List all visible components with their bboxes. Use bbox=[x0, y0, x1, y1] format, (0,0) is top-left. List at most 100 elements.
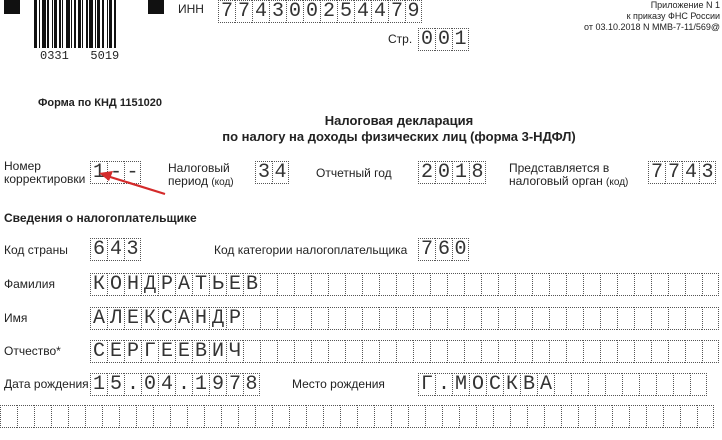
char-cell[interactable]: 7 bbox=[218, 0, 235, 23]
char-cell[interactable] bbox=[311, 307, 328, 330]
char-cell[interactable] bbox=[221, 405, 238, 428]
char-cell[interactable] bbox=[600, 307, 617, 330]
char-cell[interactable] bbox=[566, 273, 583, 296]
char-cell[interactable] bbox=[294, 307, 311, 330]
char-cell[interactable] bbox=[396, 307, 413, 330]
char-cell[interactable]: Ь bbox=[209, 273, 226, 296]
char-cell[interactable]: 4 bbox=[272, 161, 289, 184]
char-cell[interactable]: Р bbox=[226, 307, 243, 330]
country-code-cells[interactable]: 643 bbox=[90, 238, 141, 261]
char-cell[interactable]: 8 bbox=[469, 161, 486, 184]
char-cell[interactable]: 0 bbox=[141, 373, 158, 396]
char-cell[interactable]: 0 bbox=[303, 0, 320, 23]
char-cell[interactable] bbox=[204, 405, 221, 428]
char-cell[interactable] bbox=[515, 307, 532, 330]
patronymic-cells[interactable]: СЕРГЕЕВИЧ bbox=[90, 340, 719, 363]
char-cell[interactable]: 6 bbox=[90, 238, 107, 261]
char-cell[interactable] bbox=[323, 405, 340, 428]
char-cell[interactable]: Е bbox=[158, 340, 175, 363]
birth-place-continuation-cells[interactable] bbox=[0, 405, 714, 428]
char-cell[interactable] bbox=[85, 405, 102, 428]
char-cell[interactable] bbox=[255, 405, 272, 428]
char-cell[interactable]: 4 bbox=[107, 238, 124, 261]
char-cell[interactable] bbox=[413, 340, 430, 363]
name-cells[interactable]: АЛЕКСАНДР bbox=[90, 307, 719, 330]
char-cell[interactable]: Р bbox=[158, 273, 175, 296]
char-cell[interactable] bbox=[532, 273, 549, 296]
char-cell[interactable] bbox=[430, 307, 447, 330]
char-cell[interactable] bbox=[544, 405, 561, 428]
char-cell[interactable] bbox=[612, 405, 629, 428]
char-cell[interactable]: С bbox=[486, 373, 503, 396]
char-cell[interactable]: 9 bbox=[405, 0, 422, 23]
char-cell[interactable] bbox=[476, 405, 493, 428]
char-cell[interactable] bbox=[238, 405, 255, 428]
char-cell[interactable]: Г bbox=[418, 373, 435, 396]
char-cell[interactable] bbox=[583, 307, 600, 330]
char-cell[interactable] bbox=[170, 405, 187, 428]
char-cell[interactable] bbox=[668, 340, 685, 363]
char-cell[interactable] bbox=[673, 373, 690, 396]
char-cell[interactable] bbox=[17, 405, 34, 428]
char-cell[interactable]: С bbox=[158, 307, 175, 330]
char-cell[interactable] bbox=[328, 340, 345, 363]
char-cell[interactable] bbox=[413, 307, 430, 330]
char-cell[interactable]: И bbox=[209, 340, 226, 363]
char-cell[interactable] bbox=[68, 405, 85, 428]
char-cell[interactable]: Т bbox=[192, 273, 209, 296]
char-cell[interactable] bbox=[464, 340, 481, 363]
char-cell[interactable]: Д bbox=[209, 307, 226, 330]
char-cell[interactable] bbox=[617, 307, 634, 330]
char-cell[interactable]: 4 bbox=[354, 0, 371, 23]
char-cell[interactable] bbox=[294, 340, 311, 363]
char-cell[interactable] bbox=[51, 405, 68, 428]
char-cell[interactable] bbox=[379, 273, 396, 296]
char-cell[interactable]: А bbox=[90, 307, 107, 330]
inn-cells[interactable]: 774300254479 bbox=[218, 0, 422, 23]
char-cell[interactable]: 4 bbox=[252, 0, 269, 23]
char-cell[interactable] bbox=[515, 273, 532, 296]
char-cell[interactable]: 3 bbox=[255, 161, 272, 184]
char-cell[interactable] bbox=[617, 340, 634, 363]
char-cell[interactable]: А bbox=[537, 373, 554, 396]
surname-cells[interactable]: КОНДРАТЬЕВ bbox=[90, 273, 719, 296]
char-cell[interactable] bbox=[362, 340, 379, 363]
char-cell[interactable] bbox=[243, 307, 260, 330]
char-cell[interactable] bbox=[634, 307, 651, 330]
char-cell[interactable]: 4 bbox=[371, 0, 388, 23]
char-cell[interactable]: 6 bbox=[435, 238, 452, 261]
char-cell[interactable]: М bbox=[452, 373, 469, 396]
char-cell[interactable] bbox=[187, 405, 204, 428]
char-cell[interactable] bbox=[622, 373, 639, 396]
char-cell[interactable] bbox=[510, 405, 527, 428]
char-cell[interactable]: А bbox=[175, 273, 192, 296]
char-cell[interactable] bbox=[119, 405, 136, 428]
char-cell[interactable] bbox=[600, 340, 617, 363]
char-cell[interactable]: Ч bbox=[226, 340, 243, 363]
char-cell[interactable]: Н bbox=[124, 273, 141, 296]
char-cell[interactable] bbox=[566, 340, 583, 363]
char-cell[interactable]: О bbox=[107, 273, 124, 296]
char-cell[interactable]: В bbox=[192, 340, 209, 363]
char-cell[interactable]: 3 bbox=[699, 161, 716, 184]
char-cell[interactable] bbox=[430, 273, 447, 296]
char-cell[interactable]: 8 bbox=[243, 373, 260, 396]
char-cell[interactable] bbox=[447, 307, 464, 330]
page-number-cells[interactable]: 001 bbox=[418, 28, 469, 51]
char-cell[interactable] bbox=[345, 307, 362, 330]
char-cell[interactable] bbox=[447, 273, 464, 296]
char-cell[interactable] bbox=[413, 273, 430, 296]
char-cell[interactable] bbox=[340, 405, 357, 428]
char-cell[interactable] bbox=[442, 405, 459, 428]
char-cell[interactable]: Н bbox=[192, 307, 209, 330]
char-cell[interactable] bbox=[583, 340, 600, 363]
char-cell[interactable]: 4 bbox=[682, 161, 699, 184]
char-cell[interactable]: Е bbox=[107, 340, 124, 363]
char-cell[interactable] bbox=[260, 307, 277, 330]
char-cell[interactable] bbox=[379, 307, 396, 330]
char-cell[interactable] bbox=[561, 405, 578, 428]
char-cell[interactable] bbox=[481, 307, 498, 330]
char-cell[interactable] bbox=[408, 405, 425, 428]
char-cell[interactable] bbox=[578, 405, 595, 428]
char-cell[interactable] bbox=[396, 340, 413, 363]
